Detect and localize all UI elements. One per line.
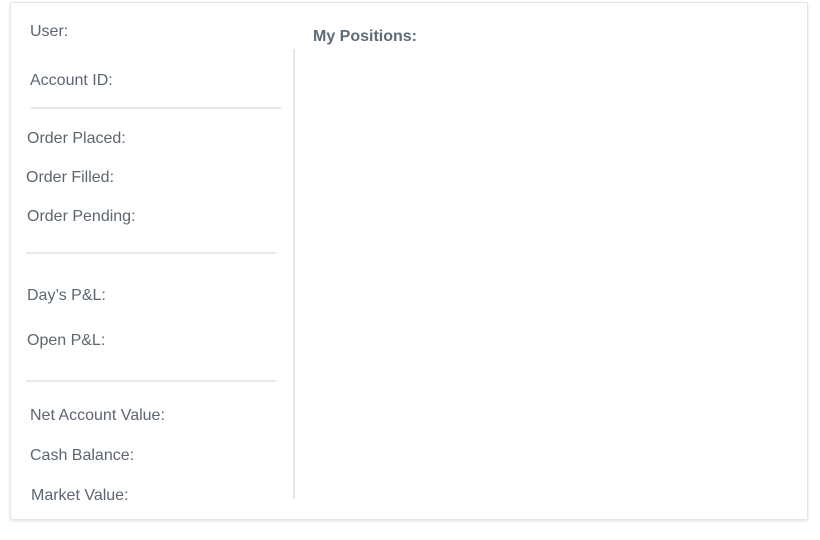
divider-pnl — [26, 380, 276, 382]
market-value-label: Market Value: — [31, 487, 129, 504]
order-placed-label: Order Placed: — [27, 130, 126, 147]
open-pnl-label: Open P&L: — [27, 332, 106, 349]
account-panel: User: Account ID: Order Placed: Order Fi… — [10, 2, 808, 520]
positions-title: My Positions: — [313, 28, 418, 45]
divider-account — [31, 107, 281, 109]
divider-orders — [26, 252, 276, 254]
cash-balance-label: Cash Balance: — [30, 447, 135, 464]
account-id-label: Account ID: — [30, 72, 113, 89]
order-filled-label: Order Filled: — [26, 169, 115, 186]
net-account-value-label: Net Account Value: — [30, 407, 165, 424]
days-pnl-label: Day’s P&L: — [27, 287, 106, 304]
positions-list — [311, 53, 791, 503]
order-pending-label: Order Pending: — [27, 208, 136, 225]
user-label: User: — [30, 23, 69, 40]
column-divider — [293, 49, 295, 499]
